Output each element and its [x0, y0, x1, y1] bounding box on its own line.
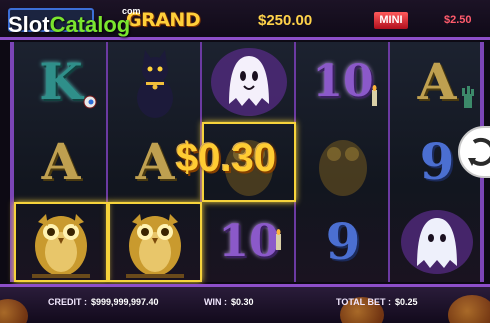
candle-icon [276, 229, 281, 250]
candle-icon [372, 85, 377, 106]
win-highlight-frame [14, 202, 108, 282]
total-bet-label: TOTAL BET : [336, 297, 391, 307]
total-bet-display: TOTAL BET : $0.25 [336, 297, 418, 307]
reel-4-symbol-2 [296, 122, 390, 202]
ghost-icon [401, 210, 473, 274]
pumpkin-icon [448, 295, 490, 323]
pumpkin-icon [0, 299, 28, 323]
reel-1-symbol-2: A [14, 122, 108, 202]
credit-label: CREDIT : [48, 297, 87, 307]
reel-5-symbol-3 [390, 202, 484, 282]
win-highlight-frame [108, 202, 202, 282]
credit-value: $999,999,997.40 [91, 297, 159, 307]
eyeball-icon [83, 95, 97, 109]
reel-5-symbol-1: A [390, 42, 484, 122]
symbol-letter: A [41, 132, 81, 191]
reel-4-symbol-1: 10 [296, 42, 390, 122]
watermark-part2: Catalog [49, 12, 131, 37]
ghost-icon [211, 48, 287, 116]
reel-3-symbol-1 [202, 42, 296, 122]
spin-arrows-icon [468, 137, 490, 166]
zombie-hand-icon [462, 86, 474, 108]
watermark-part1: Slot [8, 12, 50, 37]
symbol-letter: 9 [325, 212, 361, 271]
reel-3-symbol-3: 10 [202, 202, 296, 282]
reel-4-symbol-3: 9 [296, 202, 390, 282]
win-amount-display: $0.30 [176, 136, 277, 180]
reel-2-symbol-1 [108, 42, 202, 122]
credit-display: CREDIT : $999,999,997.40 [48, 297, 159, 307]
black-cat-icon [137, 50, 173, 118]
win-label: WIN : [204, 297, 227, 307]
jackpot-mini-label: MINI [374, 12, 408, 29]
jackpot-mini-value: $2.50 [444, 14, 472, 26]
total-bet-value: $0.25 [395, 297, 418, 307]
spin-button[interactable] [458, 126, 490, 178]
status-bar: CREDIT : $999,999,997.40 WIN : $0.30 TOTAL… [0, 284, 490, 323]
watermark-suffix: com [122, 6, 141, 16]
win-display: WIN : $0.30 [204, 297, 254, 307]
watermark-logo: SlotCatalog com [8, 6, 141, 38]
reel-1-symbol-1: K [14, 42, 108, 122]
jackpot-grand-value: $250.00 [258, 12, 313, 29]
owl-icon [319, 140, 367, 196]
win-value: $0.30 [231, 297, 254, 307]
